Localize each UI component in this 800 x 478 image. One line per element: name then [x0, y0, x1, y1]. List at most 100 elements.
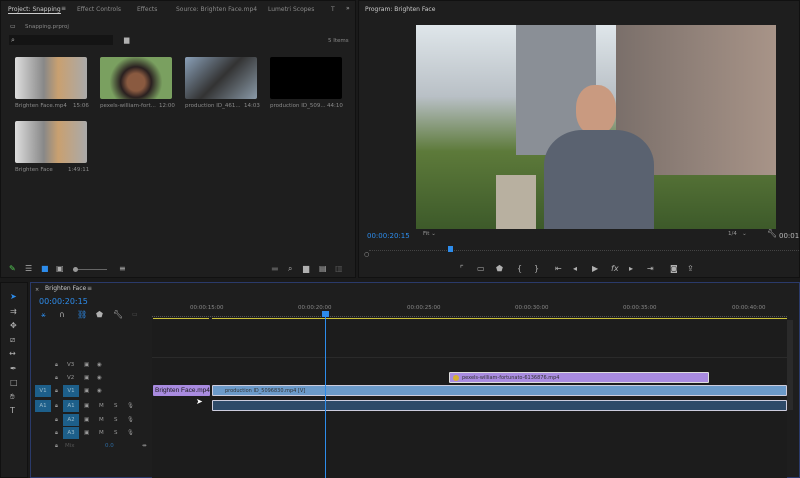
- lock-icon[interactable]: 🔒︎: [55, 403, 58, 410]
- new-bin-icon[interactable]: ▆: [303, 265, 309, 273]
- lock-icon[interactable]: 🔒︎: [55, 362, 58, 369]
- camera-icon[interactable]: ◙: [670, 265, 678, 273]
- close-icon[interactable]: ×: [35, 286, 39, 294]
- slip-icon[interactable]: ↔: [9, 350, 16, 358]
- lock-icon[interactable]: 🔒︎: [55, 430, 58, 437]
- mark-in-icon[interactable]: ⌜: [460, 265, 464, 273]
- thumb-brighten-face-sequence[interactable]: [15, 121, 87, 163]
- sequence-tab[interactable]: Brighten Face: [45, 285, 86, 292]
- automate-icon[interactable]: ▬: [271, 265, 279, 273]
- source-patch-a1[interactable]: A1: [35, 400, 51, 412]
- mic-icon[interactable]: 🎙︎: [127, 403, 134, 409]
- sort-icon[interactable]: ≡: [119, 265, 126, 273]
- linked-selection-icon[interactable]: ⛓: [77, 311, 87, 319]
- playhead-line[interactable]: [325, 313, 326, 478]
- timeline-timecode[interactable]: 00:00:20:15: [39, 297, 88, 306]
- nest-icon[interactable]: ⚹: [41, 311, 46, 319]
- safe-margins-icon[interactable]: ▭: [477, 265, 485, 273]
- mute-button[interactable]: M: [99, 403, 104, 409]
- thumb-brighten-face-mp4[interactable]: [15, 57, 87, 99]
- list-view-icon[interactable]: ☰: [25, 265, 32, 273]
- new-bin-icon[interactable]: ▆: [124, 36, 129, 44]
- tab-effects[interactable]: Effects: [137, 6, 157, 13]
- work-area-bar[interactable]: [153, 318, 209, 319]
- work-area-bar[interactable]: [212, 318, 787, 319]
- solo-button[interactable]: S: [114, 403, 118, 409]
- tab-project[interactable]: Project: Snapping: [8, 6, 61, 14]
- zoom-handle-icon[interactable]: ○: [364, 251, 369, 259]
- track-select-icon[interactable]: ⇉: [10, 308, 17, 316]
- mute-button[interactable]: M: [99, 417, 104, 423]
- ripple-edit-icon[interactable]: ✥: [10, 322, 17, 330]
- razor-icon[interactable]: ⧄: [10, 336, 15, 344]
- track-target-a1[interactable]: A1: [63, 400, 79, 412]
- mix-end-icon[interactable]: ⇹: [142, 443, 147, 449]
- solo-button[interactable]: S: [114, 417, 118, 423]
- tab-effect-controls[interactable]: Effect Controls: [77, 6, 121, 13]
- sync-icon[interactable]: ▣: [84, 362, 89, 368]
- eye-icon[interactable]: ◉: [97, 375, 102, 381]
- icon-view-icon[interactable]: ■: [41, 265, 49, 273]
- snap-icon[interactable]: ∩: [59, 311, 65, 319]
- pencil-icon[interactable]: ✎: [9, 265, 16, 273]
- tab-lumetri-scopes[interactable]: Lumetri Scopes: [268, 6, 314, 13]
- step-forward-icon[interactable]: ▸: [629, 265, 633, 273]
- menu-icon[interactable]: ≡: [87, 285, 92, 293]
- mark-in-bracket-icon[interactable]: {: [517, 265, 522, 273]
- thumb-production-509[interactable]: [270, 57, 342, 99]
- trash-icon[interactable]: ▥: [335, 265, 343, 273]
- solo-button[interactable]: S: [114, 430, 118, 436]
- eye-icon[interactable]: ◉: [97, 388, 102, 394]
- play-icon[interactable]: ▶: [592, 265, 598, 273]
- eye-icon[interactable]: ◉: [97, 362, 102, 368]
- sync-icon[interactable]: ▣: [84, 417, 89, 423]
- lock-icon[interactable]: 🔒︎: [55, 417, 58, 424]
- overflow-icon[interactable]: »: [346, 5, 350, 13]
- wrench-icon[interactable]: 🔧︎: [767, 230, 777, 238]
- lock-icon[interactable]: 🔒︎: [55, 375, 58, 382]
- settings-icon[interactable]: 🔧︎: [113, 311, 123, 319]
- clip-production-video[interactable]: production ID_5096830.mp4 [V]: [212, 385, 787, 396]
- sync-icon[interactable]: ▣: [84, 430, 89, 436]
- selection-tool-icon[interactable]: ➤: [10, 293, 17, 301]
- fit-dropdown[interactable]: Fit ⌄: [423, 231, 455, 240]
- find-icon[interactable]: ⌕: [288, 265, 292, 273]
- captions-icon[interactable]: ▭: [132, 311, 138, 319]
- mic-icon[interactable]: 🎙︎: [127, 417, 134, 423]
- add-marker-icon[interactable]: ⬟: [96, 311, 103, 319]
- go-to-in-icon[interactable]: ⇤: [555, 265, 562, 273]
- sync-icon[interactable]: ▣: [84, 403, 89, 409]
- lock-icon[interactable]: 🔒︎: [55, 443, 58, 450]
- tab-source[interactable]: Source: Brighten Face.mp4: [176, 6, 257, 13]
- program-scrubber[interactable]: [369, 250, 799, 253]
- go-to-out-icon[interactable]: ⇥: [647, 265, 654, 273]
- search-input[interactable]: ⌕: [9, 35, 113, 45]
- mic-icon[interactable]: 🎙︎: [127, 430, 134, 436]
- vertical-scrollbar[interactable]: [787, 320, 793, 410]
- export-icon[interactable]: ⇪: [687, 265, 694, 273]
- resolution-dropdown[interactable]: 1/4 ⌄: [728, 231, 747, 237]
- thumb-production-461[interactable]: [185, 57, 257, 99]
- add-marker-icon[interactable]: ⬟: [496, 265, 503, 273]
- sync-icon[interactable]: ▣: [84, 375, 89, 381]
- mute-button[interactable]: M: [99, 430, 104, 436]
- thumb-pexels-william[interactable]: [100, 57, 172, 99]
- program-timecode[interactable]: 00:00:20:15: [367, 232, 410, 240]
- clip-brighten-face[interactable]: Brighten Face.mp4: [153, 385, 210, 396]
- playhead-marker[interactable]: [448, 246, 453, 252]
- step-back-icon[interactable]: ◂: [573, 265, 577, 273]
- sync-icon[interactable]: ▣: [84, 388, 89, 394]
- lock-icon[interactable]: 🔒︎: [55, 388, 58, 395]
- mark-out-bracket-icon[interactable]: }: [534, 265, 539, 273]
- track-target-a2[interactable]: A2: [63, 414, 79, 426]
- menu-icon[interactable]: ≡: [61, 5, 66, 13]
- zoom-slider[interactable]: [73, 267, 107, 272]
- source-patch-v1[interactable]: V1: [35, 385, 51, 397]
- track-target-a3[interactable]: A3: [63, 427, 79, 439]
- playhead-handle[interactable]: [322, 311, 329, 317]
- mix-value[interactable]: 0.0: [105, 443, 114, 449]
- tab-more[interactable]: T: [331, 6, 335, 13]
- freeform-view-icon[interactable]: ▣: [56, 265, 64, 273]
- new-item-icon[interactable]: ▤: [319, 265, 327, 273]
- clip-pexels-william[interactable]: pexels-william-fortunato-6136876.mp4: [449, 372, 709, 383]
